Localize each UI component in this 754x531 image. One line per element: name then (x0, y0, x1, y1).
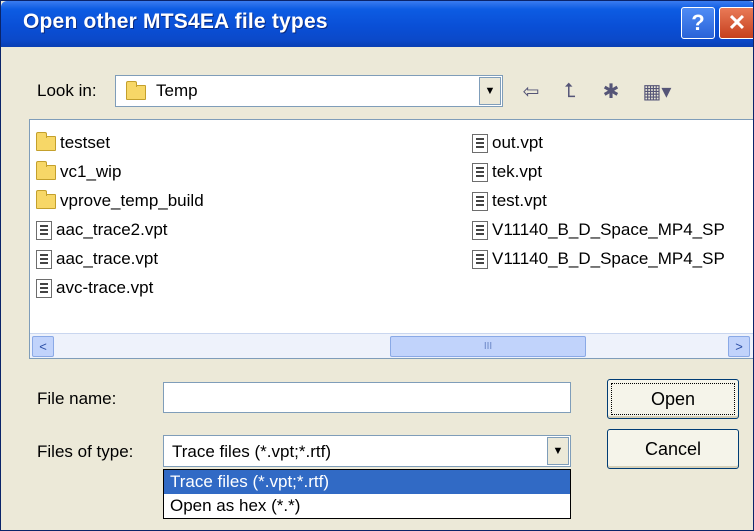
files-of-type-label: Files of type: (37, 442, 134, 461)
scroll-left-icon[interactable]: < (32, 336, 54, 357)
folder-icon (126, 81, 146, 100)
dialog-title: Open other MTS4EA file types (23, 10, 328, 33)
list-item[interactable]: out.vpt (472, 130, 543, 156)
file-icon (36, 278, 52, 298)
list-item[interactable]: aac_trace.vpt (36, 246, 158, 272)
list-item[interactable]: avc-trace.vpt (36, 275, 153, 301)
file-list[interactable]: testset vc1_wip vprove_temp_build aac_tr… (29, 119, 753, 359)
title-bar: Open other MTS4EA file types ? ✕ (1, 1, 753, 47)
list-item[interactable]: aac_trace2.vpt (36, 217, 168, 243)
folder-icon (36, 189, 56, 209)
list-item[interactable]: vc1_wip (36, 159, 121, 185)
file-icon (472, 162, 488, 182)
file-name-input[interactable] (163, 382, 571, 413)
list-item[interactable]: test.vpt (472, 188, 547, 214)
dropdown-option[interactable]: Open as hex (*.*) (164, 494, 570, 518)
look-in-label: Look in: (37, 81, 97, 100)
cancel-button[interactable]: Cancel (607, 429, 739, 469)
file-icon (36, 220, 52, 240)
file-icon (472, 220, 488, 240)
look-in-combo[interactable]: Temp ▼ (115, 75, 503, 107)
list-item[interactable]: V11140_B_D_Space_MP4_SP (472, 217, 725, 243)
file-name-label: File name: (37, 389, 117, 408)
files-of-type-combo[interactable]: Trace files (*.vpt;*.rtf) ▼ (163, 435, 571, 467)
help-button[interactable]: ? (681, 7, 715, 39)
new-folder-icon[interactable]: ✱ (595, 77, 627, 105)
chevron-down-icon[interactable]: ▼ (547, 437, 569, 465)
files-of-type-value: Trace files (*.vpt;*.rtf) (172, 442, 332, 461)
scroll-thumb[interactable]: III (390, 336, 586, 357)
chevron-down-icon[interactable]: ▼ (479, 77, 501, 105)
list-item[interactable]: tek.vpt (472, 159, 542, 185)
view-menu-icon[interactable]: ▦▾ (637, 77, 677, 105)
list-item[interactable]: V11140_B_D_Space_MP4_SP (472, 246, 725, 272)
back-icon[interactable]: ⇦ (517, 77, 545, 105)
folder-icon (36, 160, 56, 180)
scroll-right-icon[interactable]: > (728, 336, 750, 357)
list-item[interactable]: testset (36, 130, 110, 156)
folder-icon (36, 131, 56, 151)
up-folder-icon[interactable]: ⮤ (555, 77, 585, 105)
files-of-type-dropdown[interactable]: Trace files (*.vpt;*.rtf) Open as hex (*… (163, 469, 571, 519)
file-icon (472, 191, 488, 211)
look-in-value: Temp (156, 81, 198, 100)
open-button[interactable]: Open (607, 379, 739, 419)
close-button[interactable]: ✕ (719, 7, 753, 39)
file-icon (36, 249, 52, 269)
file-icon (472, 249, 488, 269)
list-item[interactable]: vprove_temp_build (36, 188, 204, 214)
dropdown-option[interactable]: Trace files (*.vpt;*.rtf) (164, 470, 570, 494)
open-file-dialog: Open other MTS4EA file types ? ✕ Look in… (0, 0, 754, 531)
horizontal-scrollbar[interactable]: < III > (30, 333, 753, 358)
file-icon (472, 133, 488, 153)
